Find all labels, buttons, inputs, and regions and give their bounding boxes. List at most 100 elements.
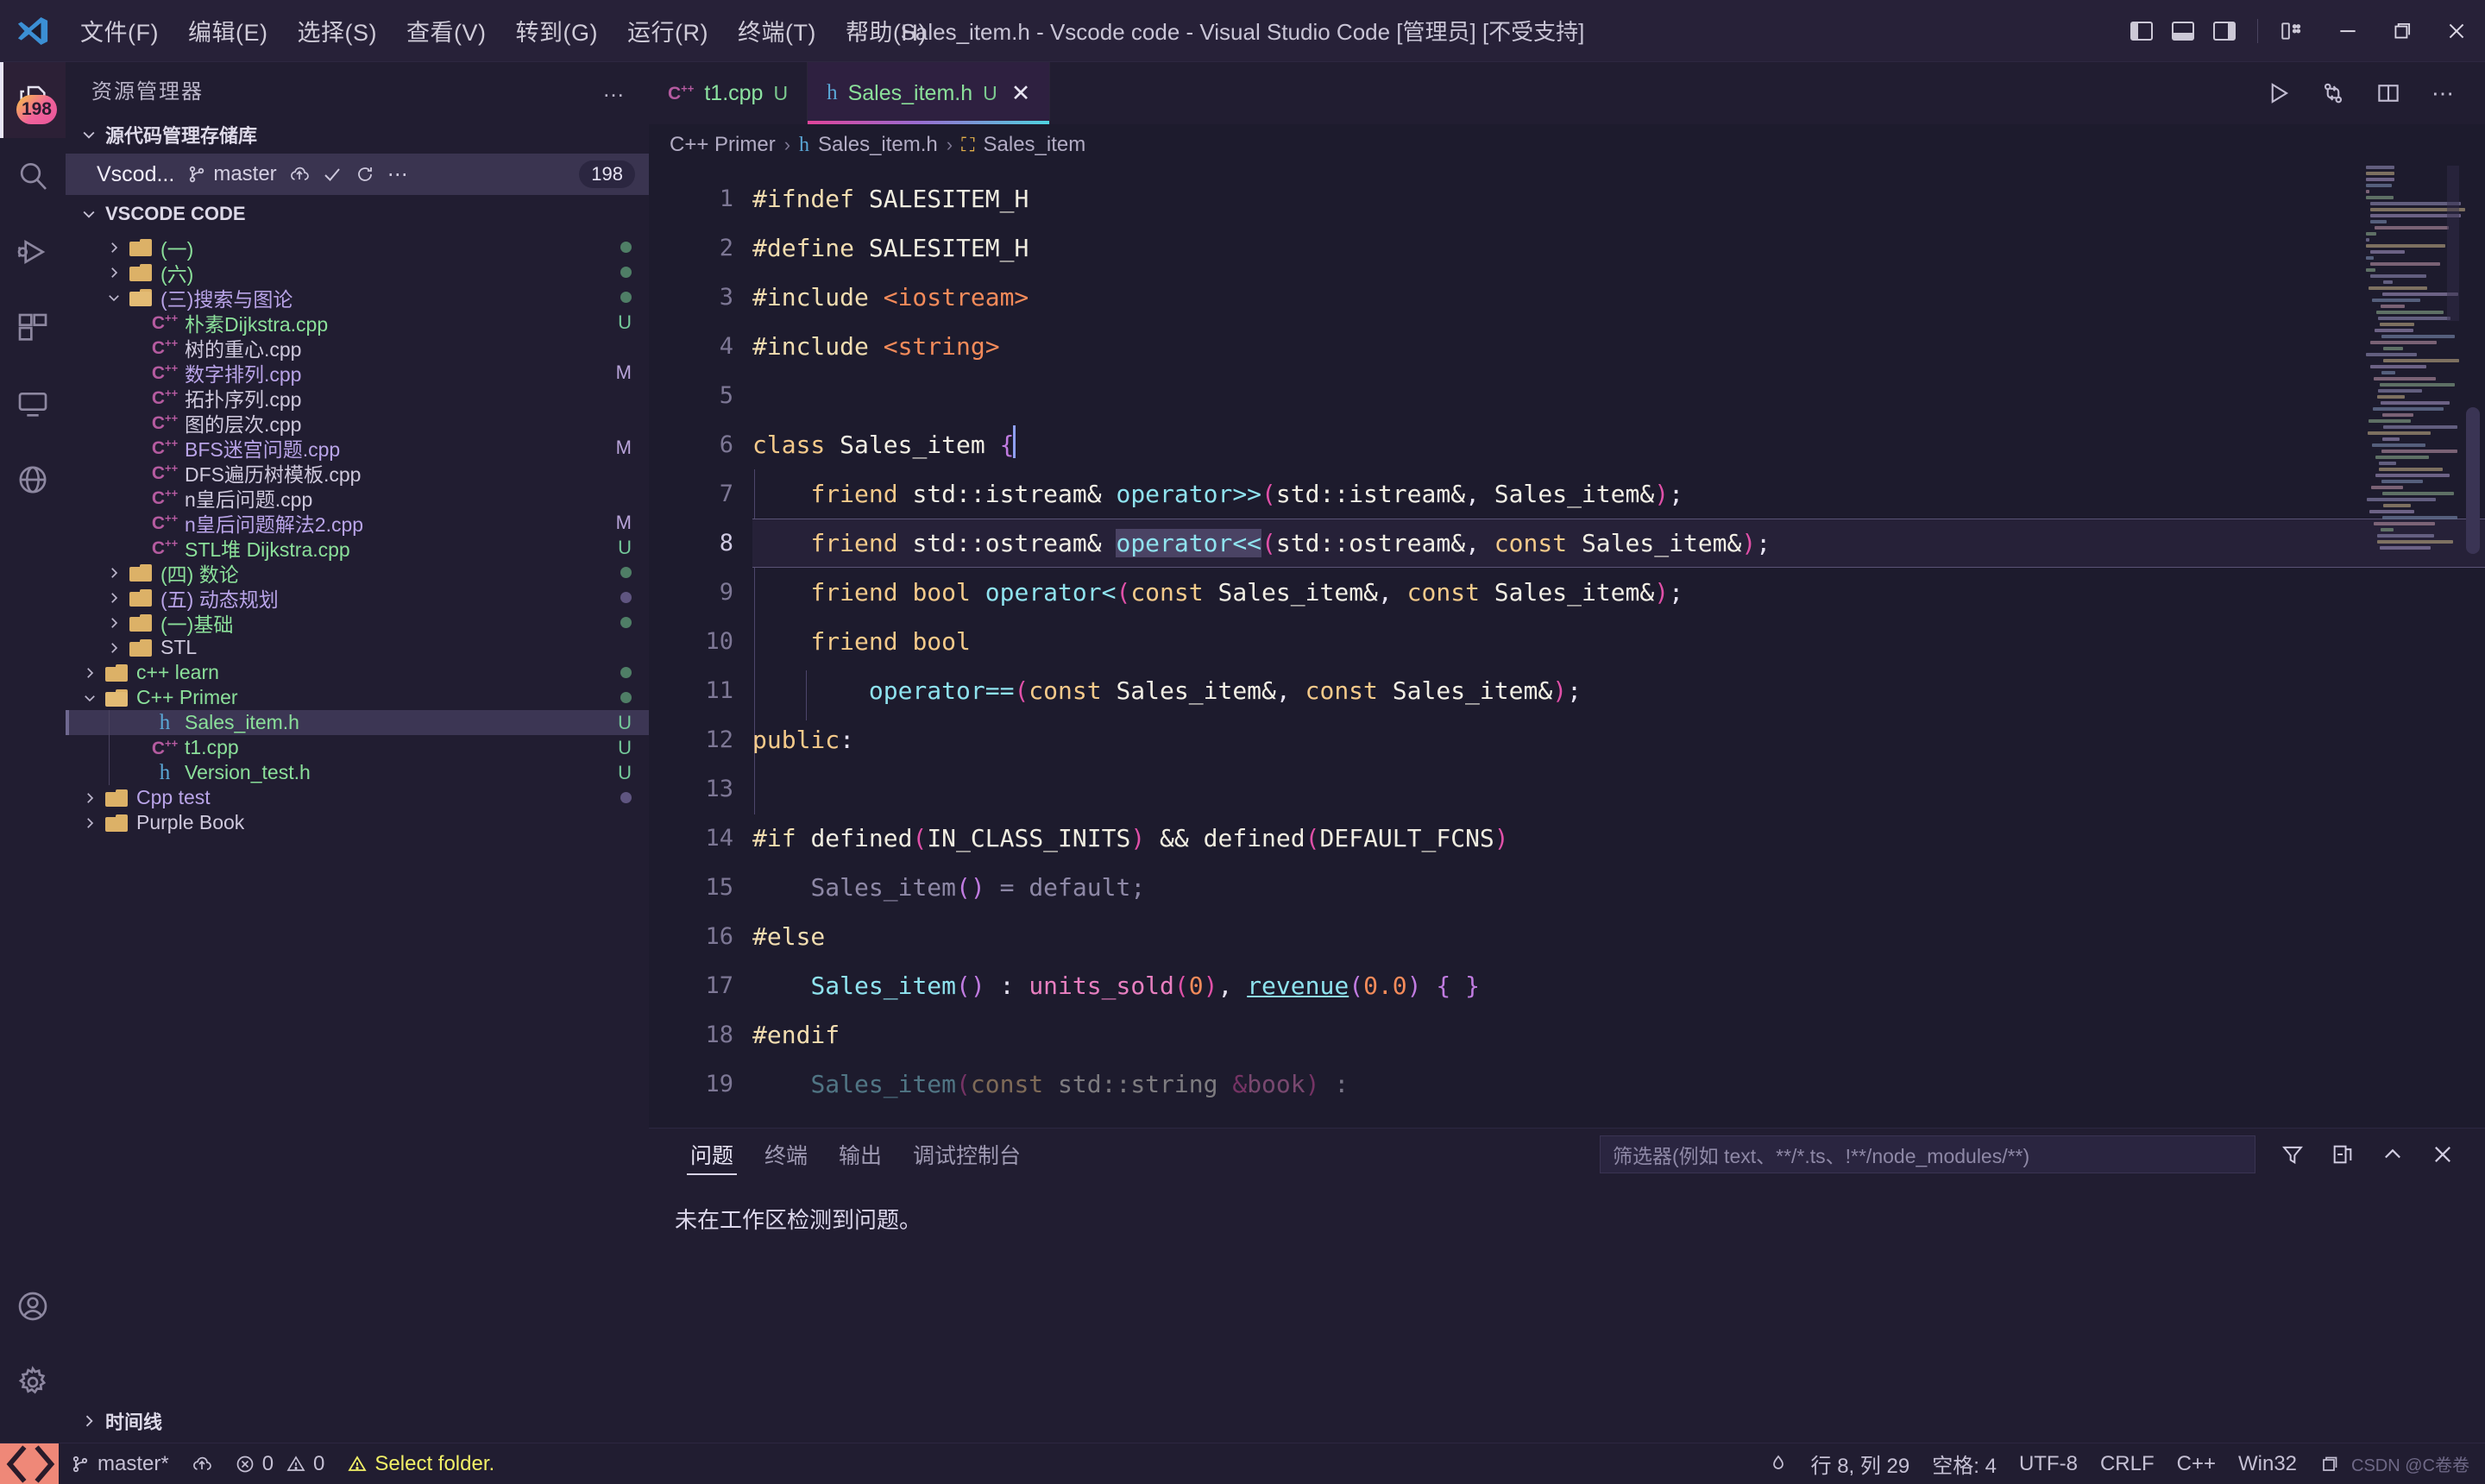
tree-file-row[interactable]: C++ DFS遍历树模板.cpp xyxy=(66,460,649,486)
chevron-right-icon[interactable] xyxy=(102,590,126,606)
activity-globe[interactable] xyxy=(0,442,66,518)
scm-branch[interactable]: master xyxy=(186,162,277,186)
customize-layout-icon[interactable] xyxy=(2274,14,2308,48)
breadcrumb-folder[interactable]: C++ Primer xyxy=(670,133,776,157)
more-actions-icon[interactable]: ⋯ xyxy=(2419,69,2468,117)
more-icon[interactable]: ⋯ xyxy=(387,162,410,187)
panel-tab-debug-console[interactable]: 调试控制台 xyxy=(897,1129,1036,1180)
tree-folder-row[interactable]: (六) xyxy=(66,260,649,286)
menu-view[interactable]: 查看(V) xyxy=(392,0,501,61)
tree-file-row[interactable]: C++ BFS迷宫问题.cpp M xyxy=(66,435,649,461)
section-scm-repos[interactable]: 源代码管理存储库 xyxy=(66,116,649,154)
activity-account-icon[interactable] xyxy=(0,1268,66,1344)
tree-folder-row[interactable]: (四) 数论 xyxy=(66,560,649,586)
breadcrumb-symbol[interactable]: ⛶ Sales_item xyxy=(961,133,1085,157)
toggle-primary-sidebar-icon[interactable] xyxy=(2124,14,2159,48)
status-line-col[interactable]: 行 8, 列 29 xyxy=(1800,1449,1922,1479)
chevron-right-icon[interactable] xyxy=(78,665,102,681)
refresh-icon[interactable] xyxy=(355,164,375,185)
run-icon[interactable] xyxy=(2254,69,2302,117)
collapse-all-icon[interactable] xyxy=(2321,1133,2364,1176)
tree-folder-row[interactable]: Purple Book xyxy=(66,810,649,835)
tree-folder-row[interactable]: STL xyxy=(66,635,649,660)
activity-settings-gear-icon[interactable] xyxy=(0,1344,66,1420)
menu-run[interactable]: 运行(R) xyxy=(613,0,723,61)
tree-folder-row[interactable]: (一)基础 xyxy=(66,610,649,636)
tree-folder-row[interactable]: C++ Primer xyxy=(66,685,649,710)
tree-file-row[interactable]: C++ n皇后问题.cpp xyxy=(66,485,649,511)
maximize-button[interactable] xyxy=(2375,0,2429,62)
status-eol[interactable]: CRLF xyxy=(2089,1452,2166,1476)
tree-file-row[interactable]: C++ t1.cpp U xyxy=(66,735,649,760)
file-tree[interactable]: (一) (六) (三)搜索与图论 C++ 朴素Dijkstra.cpp U C++ 树的重心.… xyxy=(66,233,649,1399)
status-indentation[interactable]: 空格: 4 xyxy=(1921,1449,2008,1479)
status-encoding[interactable]: UTF-8 xyxy=(2008,1452,2089,1476)
status-language-mode[interactable]: C++ xyxy=(2166,1452,2227,1476)
close-icon[interactable]: ✕ xyxy=(1011,80,1031,107)
tree-file-row[interactable]: C++ STL堆 Dijkstra.cpp U xyxy=(66,535,649,561)
close-panel-icon[interactable] xyxy=(2421,1133,2464,1176)
breadcrumb-file[interactable]: h Sales_item.h xyxy=(799,133,938,157)
tree-file-row[interactable]: C++ 图的层次.cpp xyxy=(66,410,649,436)
chevron-right-icon[interactable] xyxy=(78,790,102,806)
close-button[interactable] xyxy=(2429,0,2483,62)
filter-icon[interactable] xyxy=(2271,1133,2314,1176)
status-feedback-icon[interactable] xyxy=(2308,1454,2351,1475)
tree-folder-row[interactable]: c++ learn xyxy=(66,660,649,685)
minimap[interactable] xyxy=(2366,166,2465,1128)
menu-bar[interactable]: 文件(F) 编辑(E) 选择(S) 查看(V) 转到(G) 运行(R) 终端(T… xyxy=(66,0,941,61)
menu-edit[interactable]: 编辑(E) xyxy=(173,0,283,61)
tree-folder-row[interactable]: (三)搜索与图论 xyxy=(66,285,649,311)
tree-folder-row[interactable]: (一) xyxy=(66,235,649,261)
tree-file-row[interactable]: C++ 树的重心.cpp xyxy=(66,335,649,361)
code-editor[interactable]: 1 2 3 4 5 6 7 8 9 10 11 12 13 14 15 16 17 18 19 #ifndef SA… xyxy=(649,166,2485,1128)
tree-folder-row[interactable]: (五) 动态规划 xyxy=(66,585,649,611)
menu-help[interactable]: 帮助(H) xyxy=(831,0,941,61)
menu-terminal[interactable]: 终端(T) xyxy=(723,0,831,61)
toggle-secondary-sidebar-icon[interactable] xyxy=(2207,14,2242,48)
tree-file-row[interactable]: C++ 拓扑序列.cpp xyxy=(66,385,649,411)
status-select-folder[interactable]: Select folder. xyxy=(336,1443,506,1484)
editor-scrollbar[interactable] xyxy=(2466,407,2480,554)
chevron-right-icon[interactable] xyxy=(102,615,126,631)
chevron-right-icon[interactable] xyxy=(102,565,126,581)
activity-search[interactable] xyxy=(0,138,66,214)
status-problems[interactable]: 0 0 xyxy=(223,1443,337,1484)
section-timeline[interactable]: 时间线 xyxy=(66,1399,649,1443)
status-sync-icon[interactable] xyxy=(180,1443,223,1484)
toggle-panel-icon[interactable] xyxy=(2166,14,2200,48)
activity-extensions[interactable] xyxy=(0,290,66,366)
chevron-right-icon[interactable] xyxy=(102,640,126,656)
status-bell-icon[interactable] xyxy=(1757,1454,1800,1475)
chevron-right-icon[interactable] xyxy=(102,265,126,280)
minimize-button[interactable] xyxy=(2320,0,2375,62)
problems-filter-input[interactable]: 筛选器(例如 text、**/*.ts、!**/node_modules/**) xyxy=(1600,1135,2255,1173)
tree-folder-row[interactable]: Cpp test xyxy=(66,785,649,810)
chevron-down-icon[interactable] xyxy=(102,290,126,305)
tree-file-row[interactable]: h Sales_item.h U xyxy=(66,710,649,735)
chevron-right-icon[interactable] xyxy=(78,815,102,831)
menu-file[interactable]: 文件(F) xyxy=(66,0,173,61)
menu-selection[interactable]: 选择(S) xyxy=(282,0,392,61)
chevron-right-icon[interactable] xyxy=(102,240,126,255)
menu-go[interactable]: 转到(G) xyxy=(500,0,612,61)
minimap-slider[interactable] xyxy=(2447,166,2459,321)
maximize-panel-icon[interactable] xyxy=(2371,1133,2414,1176)
split-editor-icon[interactable] xyxy=(2364,69,2413,117)
activity-remote[interactable] xyxy=(0,366,66,442)
tree-file-row[interactable]: C++ 朴素Dijkstra.cpp U xyxy=(66,310,649,336)
tab-sales-item-h[interactable]: h Sales_item.h U ✕ xyxy=(808,62,1051,124)
tree-file-row[interactable]: h Version_test.h U xyxy=(66,760,649,785)
activity-explorer[interactable]: 198 xyxy=(0,62,66,138)
check-icon[interactable] xyxy=(322,164,343,185)
tree-file-row[interactable]: C++ 数字排列.cpp M xyxy=(66,360,649,386)
panel-tab-output[interactable]: 输出 xyxy=(823,1129,897,1180)
tab-t1-cpp[interactable]: C++ t1.cpp U xyxy=(649,62,808,124)
panel-tab-terminal[interactable]: 终端 xyxy=(749,1129,823,1180)
cloud-upload-icon[interactable] xyxy=(289,164,310,185)
code-content[interactable]: #ifndef SALESITEM_H #define SALESITEM_H … xyxy=(752,166,2485,1128)
source-control-icon[interactable] xyxy=(2309,69,2357,117)
sidebar-more-icon[interactable]: … xyxy=(590,76,639,103)
panel-tab-problems[interactable]: 问题 xyxy=(675,1129,749,1180)
status-branch[interactable]: master* xyxy=(59,1443,180,1484)
